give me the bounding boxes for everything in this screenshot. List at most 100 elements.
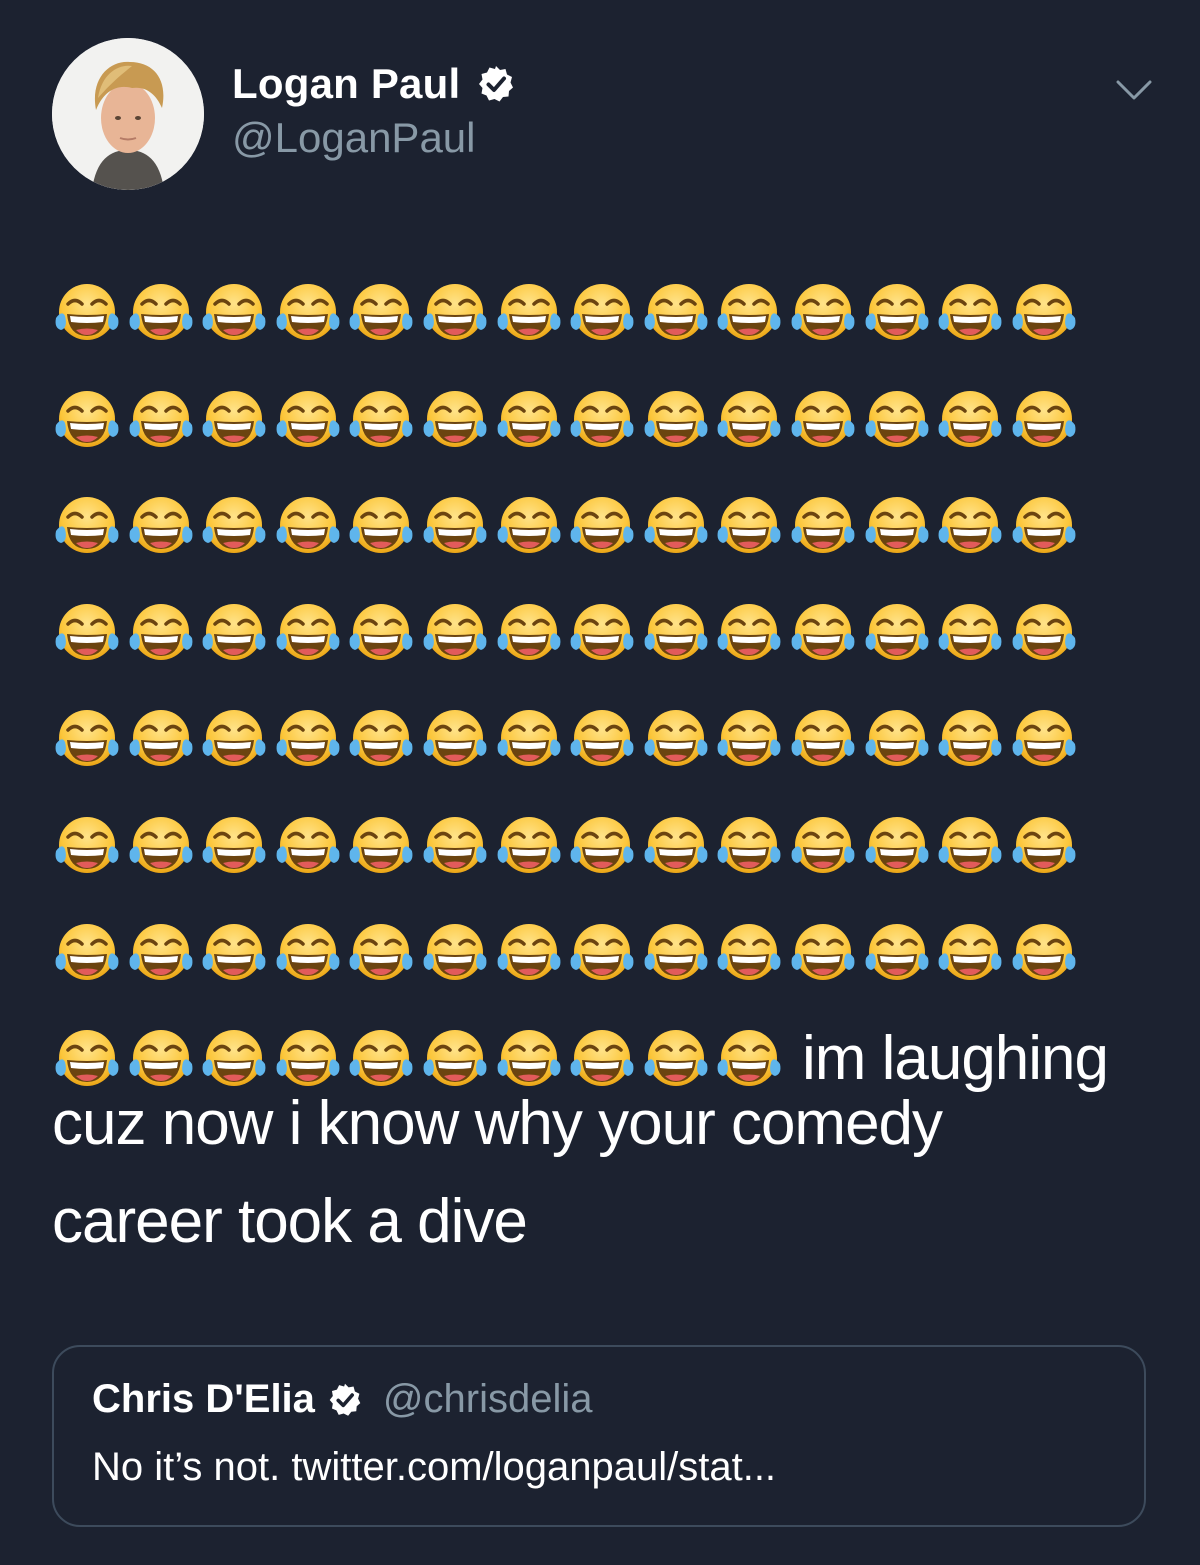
emoji-row [52, 491, 1162, 598]
tears-of-joy-emoji-icon [126, 385, 200, 459]
tears-of-joy-emoji-icon [52, 918, 126, 992]
author-handle[interactable]: @LoganPaul [232, 114, 476, 162]
tears-of-joy-emoji-icon [935, 918, 1009, 992]
tears-of-joy-emoji-icon [126, 704, 200, 778]
tears-of-joy-emoji-icon [420, 598, 494, 672]
tears-of-joy-emoji-icon [935, 811, 1009, 885]
tears-of-joy-emoji-icon [935, 385, 1009, 459]
tears-of-joy-emoji-icon [862, 704, 936, 778]
tears-of-joy-emoji-icon [1009, 811, 1083, 885]
tears-of-joy-emoji-icon [714, 704, 788, 778]
tears-of-joy-emoji-icon [126, 491, 200, 565]
tears-of-joy-emoji-icon [641, 491, 715, 565]
tears-of-joy-emoji-icon [862, 811, 936, 885]
tears-of-joy-emoji-icon [346, 918, 420, 992]
tears-of-joy-emoji-icon [1009, 704, 1083, 778]
author-name[interactable]: Logan Paul [232, 60, 460, 108]
emoji-row [52, 918, 1162, 1025]
quoted-tweet[interactable]: Chris D'Elia @chrisdelia No it’s not. tw… [52, 1345, 1146, 1527]
tears-of-joy-emoji-icon [788, 278, 862, 352]
tears-of-joy-emoji-icon [567, 704, 641, 778]
tears-of-joy-emoji-icon [420, 278, 494, 352]
tears-of-joy-emoji-icon [52, 385, 126, 459]
tears-of-joy-emoji-icon [641, 811, 715, 885]
emoji-row [52, 598, 1162, 705]
tears-of-joy-emoji-icon [273, 491, 347, 565]
tears-of-joy-emoji-icon [346, 278, 420, 352]
tears-of-joy-emoji-icon [126, 1024, 200, 1098]
tears-of-joy-emoji-icon [494, 598, 568, 672]
verified-badge-icon [476, 64, 516, 104]
tears-of-joy-emoji-icon [273, 811, 347, 885]
tears-of-joy-emoji-icon [641, 918, 715, 992]
tears-of-joy-emoji-icon [567, 278, 641, 352]
tears-of-joy-emoji-icon [273, 918, 347, 992]
tears-of-joy-emoji-icon [935, 278, 1009, 352]
tears-of-joy-emoji-icon [567, 491, 641, 565]
tears-of-joy-emoji-icon [346, 704, 420, 778]
tweet-text-inline: im laughing [801, 1024, 1109, 1094]
tears-of-joy-emoji-icon [494, 385, 568, 459]
tears-of-joy-emoji-icon [567, 598, 641, 672]
tears-of-joy-emoji-icon [420, 385, 494, 459]
tears-of-joy-emoji-icon [199, 385, 273, 459]
tears-of-joy-emoji-icon [273, 598, 347, 672]
tears-of-joy-emoji-icon [199, 918, 273, 992]
tears-of-joy-emoji-icon [567, 1024, 641, 1098]
tears-of-joy-emoji-icon [788, 704, 862, 778]
tears-of-joy-emoji-icon [714, 278, 788, 352]
tears-of-joy-emoji-icon [641, 704, 715, 778]
tears-of-joy-emoji-icon [494, 278, 568, 352]
tears-of-joy-emoji-icon [714, 491, 788, 565]
tears-of-joy-emoji-icon [788, 918, 862, 992]
tears-of-joy-emoji-icon [714, 811, 788, 885]
tears-of-joy-emoji-icon [52, 598, 126, 672]
verified-badge-icon [327, 1382, 363, 1418]
tears-of-joy-emoji-icon [199, 598, 273, 672]
tears-of-joy-emoji-icon [420, 918, 494, 992]
tears-of-joy-emoji-icon [126, 598, 200, 672]
tears-of-joy-emoji-icon [199, 1024, 273, 1098]
tears-of-joy-emoji-icon [788, 385, 862, 459]
tears-of-joy-emoji-icon [199, 704, 273, 778]
tears-of-joy-emoji-icon [494, 491, 568, 565]
tears-of-joy-emoji-icon [935, 704, 1009, 778]
tears-of-joy-emoji-icon [567, 385, 641, 459]
chevron-down-icon[interactable] [1114, 74, 1154, 106]
tears-of-joy-emoji-icon [420, 491, 494, 565]
tears-of-joy-emoji-icon [935, 598, 1009, 672]
tears-of-joy-emoji-icon [567, 811, 641, 885]
quoted-tweet-text: No it’s not. twitter.com/loganpaul/stat.… [92, 1445, 777, 1489]
tears-of-joy-emoji-icon [862, 385, 936, 459]
tears-of-joy-emoji-icon [641, 598, 715, 672]
tears-of-joy-emoji-icon [862, 918, 936, 992]
quoted-author-name: Chris D'Elia [92, 1377, 315, 1421]
quoted-author-row: Chris D'Elia @chrisdelia [92, 1377, 593, 1422]
tears-of-joy-emoji-icon [641, 278, 715, 352]
tears-of-joy-emoji-icon [1009, 598, 1083, 672]
tears-of-joy-emoji-icon [420, 1024, 494, 1098]
tears-of-joy-emoji-icon [494, 918, 568, 992]
tears-of-joy-emoji-icon [714, 1024, 788, 1098]
tears-of-joy-emoji-icon [52, 1024, 126, 1098]
tears-of-joy-emoji-icon [273, 1024, 347, 1098]
tears-of-joy-emoji-icon [126, 278, 200, 352]
tears-of-joy-emoji-icon [567, 918, 641, 992]
tears-of-joy-emoji-icon [788, 811, 862, 885]
tears-of-joy-emoji-icon [788, 491, 862, 565]
tears-of-joy-emoji-icon [788, 598, 862, 672]
tears-of-joy-emoji-icon [862, 278, 936, 352]
tears-of-joy-emoji-icon [494, 704, 568, 778]
tears-of-joy-emoji-icon [126, 918, 200, 992]
tweet-text: im laughing [52, 278, 1162, 1131]
tears-of-joy-emoji-icon [346, 385, 420, 459]
emoji-row [52, 385, 1162, 492]
tears-of-joy-emoji-icon [199, 491, 273, 565]
author-avatar[interactable] [52, 38, 204, 190]
emoji-row [52, 704, 1162, 811]
tears-of-joy-emoji-icon [494, 1024, 568, 1098]
author-name-row[interactable]: Logan Paul [232, 60, 516, 108]
tears-of-joy-emoji-icon [1009, 918, 1083, 992]
tweet-text-line: cuz now i know why your comedy [52, 1089, 943, 1158]
tears-of-joy-emoji-icon [346, 811, 420, 885]
